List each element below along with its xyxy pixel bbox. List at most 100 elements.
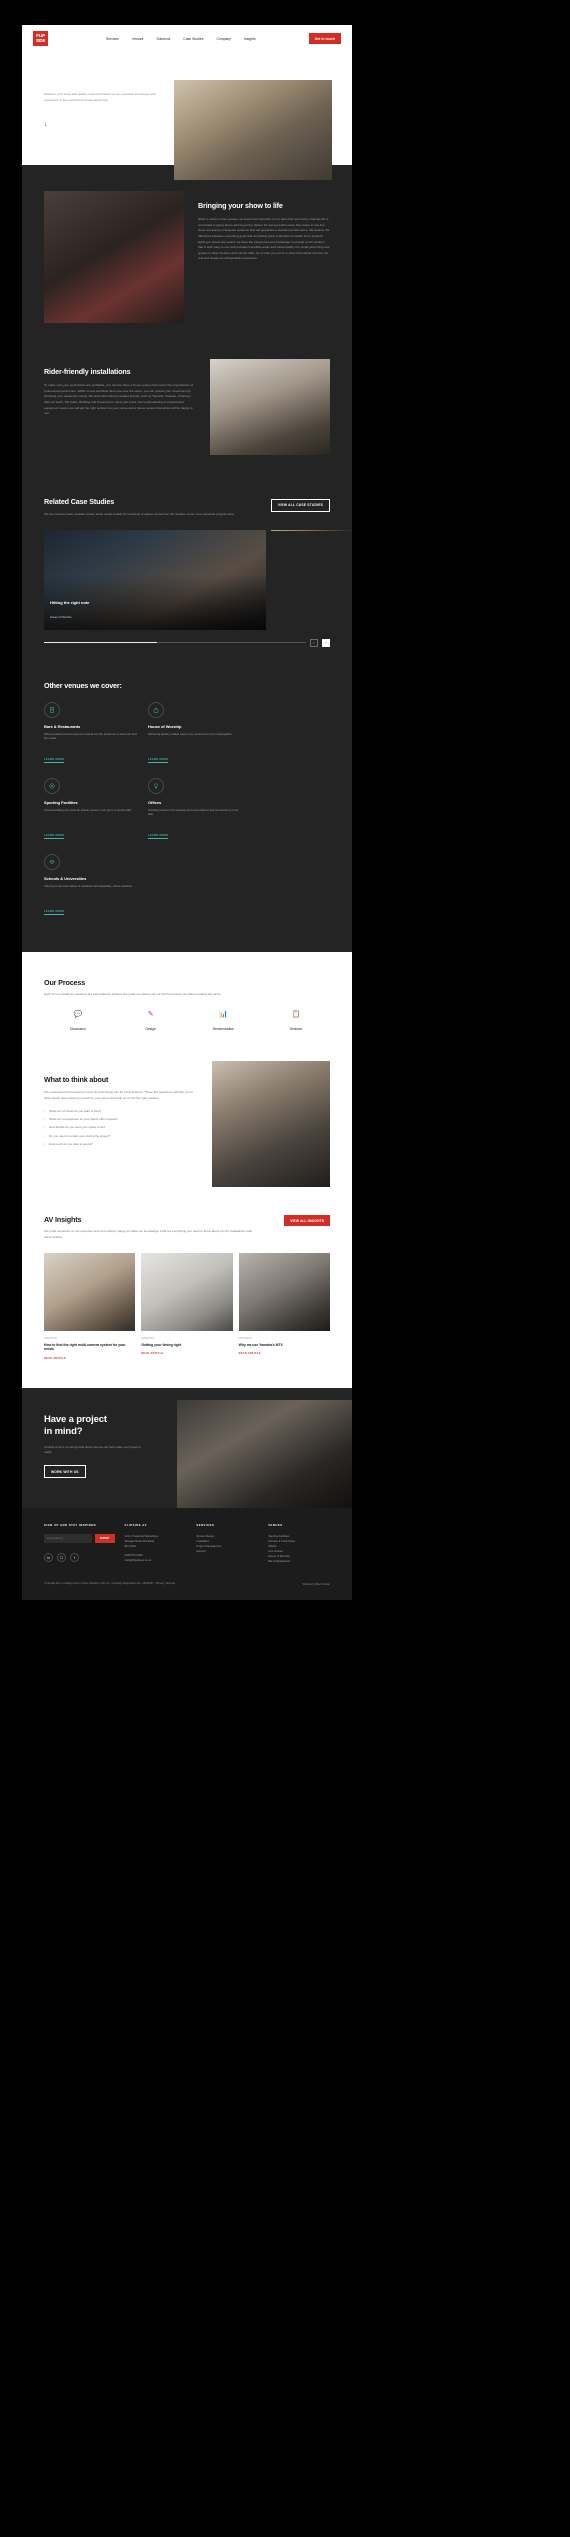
venue-desc: Delivering quality, reliable easy to use… (148, 732, 233, 736)
footer-column-venues: VENUES Sporting Facilities Schools & Uni… (268, 1524, 330, 1564)
article-image (44, 1252, 136, 1331)
legal-copy: © Flipside AV is a trading name of Sonic… (44, 1581, 155, 1585)
learn-more-link[interactable]: LEARN MORE (44, 834, 65, 839)
cta-title-line-2: in mind? (44, 1425, 83, 1437)
carousel-prev-button[interactable]: ‹ (310, 638, 318, 647)
learn-more-link[interactable]: LEARN MORE (44, 910, 65, 915)
case-study-card[interactable]: Hitting the right note House of Worship (44, 529, 266, 630)
other-venues-section: Other venues we cover: Bars & Restaurant… (22, 672, 352, 952)
venue-title: Bars & Restaurants (44, 723, 81, 729)
venue-title: Schools & Universities (44, 875, 87, 881)
venue-desc: Catering to the vast market of education… (44, 884, 133, 888)
case-study-title: Hitting the right note (50, 599, 90, 605)
learn-more-link[interactable]: LEARN MORE (148, 758, 169, 763)
process-step: ✎ Design (121, 1011, 181, 1031)
legal-text: © Flipside AV is a trading name of Sonic… (44, 1581, 176, 1585)
submit-button[interactable]: SUBMIT (95, 1533, 115, 1543)
article-card[interactable]: INSIGHTS Getting your timing right READ … (141, 1252, 233, 1360)
think-about-intro: We understand that investing in new AV t… (44, 1090, 194, 1100)
learn-more-link[interactable]: LEARN MORE (148, 834, 169, 839)
nav-item-insights[interactable]: Insights (244, 37, 256, 41)
article-image (141, 1252, 233, 1331)
hero-section: Live Venues Enhance your show with quali… (22, 52, 352, 180)
think-about-title: What to think about (44, 1075, 109, 1085)
footer-column-address: FLIPSIDE AV Unit 2, Tapwood Workshops, W… (125, 1524, 187, 1564)
case-studies-title: Related Case Studies (44, 497, 115, 506)
carousel-progress-bar[interactable] (44, 642, 306, 644)
hero-subtitle: Enhance your show with quality equipment… (44, 92, 156, 102)
facebook-icon[interactable]: f (70, 1552, 79, 1562)
read-article-link[interactable]: READ ARTICLE (44, 1357, 135, 1360)
clipboard-icon: 📋 (291, 1011, 301, 1019)
show-section: Bringing your show to life When it comes… (22, 165, 352, 353)
venue-card[interactable]: Sporting Facilities Accommodating AV nee… (44, 777, 138, 841)
view-all-insights-button[interactable]: VIEW ALL INSIGHTS (284, 1215, 330, 1227)
work-with-us-button[interactable]: WORK WITH US (44, 1465, 86, 1478)
venue-title: Offices (148, 799, 162, 805)
website-credit[interactable]: Website by Blue Frontier (303, 1583, 330, 1586)
carousel-next-button[interactable]: › (322, 638, 330, 647)
footer-link[interactable]: Bar & Restaurants (268, 1559, 330, 1564)
question-item: What sort of shows do you want to host? (44, 1109, 198, 1114)
article-title: How to find the right multi-camera syste… (44, 1342, 126, 1352)
main-nav: Services Venues Solutions Case Studies C… (106, 37, 256, 41)
question-item: Do you need to remain open during the pr… (44, 1134, 198, 1139)
privacy-link[interactable]: Privacy (156, 1582, 164, 1585)
site-footer: SIGN UP AND STAY INSPIRED SUBMIT in ☐ f … (22, 1507, 352, 1601)
article-card[interactable]: INSIGHTS Why we use Yamaha's MTX READ AR… (238, 1252, 330, 1360)
learn-more-link[interactable]: LEARN MORE (44, 758, 65, 763)
signup-heading: SIGN UP AND STAY INSPIRED (44, 1523, 97, 1527)
linkedin-icon[interactable]: in (44, 1552, 53, 1562)
pen-icon: ✎ (147, 1011, 154, 1019)
insights-section: AV Insights We pride ourselves on our ex… (22, 1215, 352, 1388)
think-about-questions: What sort of shows do you want to host? … (44, 1109, 198, 1148)
case-studies-intro: We are proud to have created custom audi… (44, 512, 235, 516)
instagram-icon[interactable]: ☐ (57, 1552, 66, 1562)
footer-column-heading: FLIPSIDE AV (124, 1523, 147, 1527)
read-article-link[interactable]: READ ARTICLE (141, 1352, 232, 1355)
email-input[interactable] (44, 1533, 92, 1543)
hero-title: Live Venues (44, 74, 105, 86)
think-about-section: What to think about We understand that i… (22, 1061, 352, 1188)
other-venues-title: Other venues we cover: (44, 680, 122, 690)
article-title: Why we use Yamaha's MTX (238, 1342, 283, 1347)
article-meta: INSIGHTS (44, 1336, 57, 1340)
footer-link[interactable]: Support (196, 1549, 258, 1554)
venue-card[interactable]: Offices Providing systems for meetings a… (148, 777, 242, 841)
view-all-case-studies-button[interactable]: VIEW ALL CASE STUDIES (270, 499, 330, 512)
venue-card[interactable]: House of Worship Delivering quality, rel… (148, 701, 242, 765)
sitemap-link[interactable]: Sitemap (166, 1582, 175, 1585)
rider-section: Rider-friendly installations To make sur… (22, 353, 352, 489)
rider-section-body: To make sure your productions are profit… (44, 383, 194, 416)
footer-column-services: SERVICES System Design Installation Proj… (196, 1524, 258, 1564)
case-studies-section: Related Case Studies We are proud to hav… (22, 489, 352, 673)
nav-item-company[interactable]: Company (216, 37, 231, 41)
process-step-label: Design (145, 1027, 156, 1032)
nav-item-venues[interactable]: Venues (132, 37, 143, 41)
article-card[interactable]: INSIGHTS How to find the right multi-cam… (44, 1252, 136, 1360)
site-header: FLIP SIDE Services Venues Solutions Case… (22, 25, 352, 52)
cta-band: Have a project in mind? Contact us for a… (22, 1387, 352, 1508)
read-article-link[interactable]: READ ARTICLE (239, 1352, 330, 1355)
process-step: 📋 Decision (266, 1011, 326, 1031)
venue-title: House of Worship (148, 723, 182, 729)
email-link[interactable]: hello@flipsideav.co.uk (125, 1558, 187, 1563)
article-meta: INSIGHTS (238, 1336, 252, 1340)
get-in-touch-button[interactable]: Get in touch (308, 33, 341, 44)
question-item: How flexible do you need your space to b… (44, 1125, 198, 1130)
rider-section-image (210, 359, 330, 455)
logo[interactable]: FLIP SIDE (33, 31, 48, 46)
venue-card[interactable]: Bars & Restaurants Offering tailored sou… (44, 701, 138, 765)
document-icon (44, 701, 60, 718)
process-steps: 💬 Discussion ✎ Design 📊 Demonstration 📋 … (44, 1011, 330, 1031)
case-study-card[interactable]: Brighton's all-rounder Bar & Restaurant (271, 529, 352, 531)
nav-item-case-studies[interactable]: Case Studies (183, 37, 203, 41)
nav-item-services[interactable]: Services (106, 37, 119, 41)
logo-line-2: SIDE (35, 37, 46, 43)
venue-card[interactable]: Schools & Universities Catering to the v… (44, 853, 138, 917)
show-section-body: When it comes to live venues, we know ho… (198, 217, 330, 261)
insights-title: AV Insights (44, 1215, 82, 1225)
scroll-down-icon[interactable]: ↓ (44, 121, 174, 128)
article-image (238, 1252, 330, 1331)
nav-item-solutions[interactable]: Solutions (156, 37, 170, 41)
